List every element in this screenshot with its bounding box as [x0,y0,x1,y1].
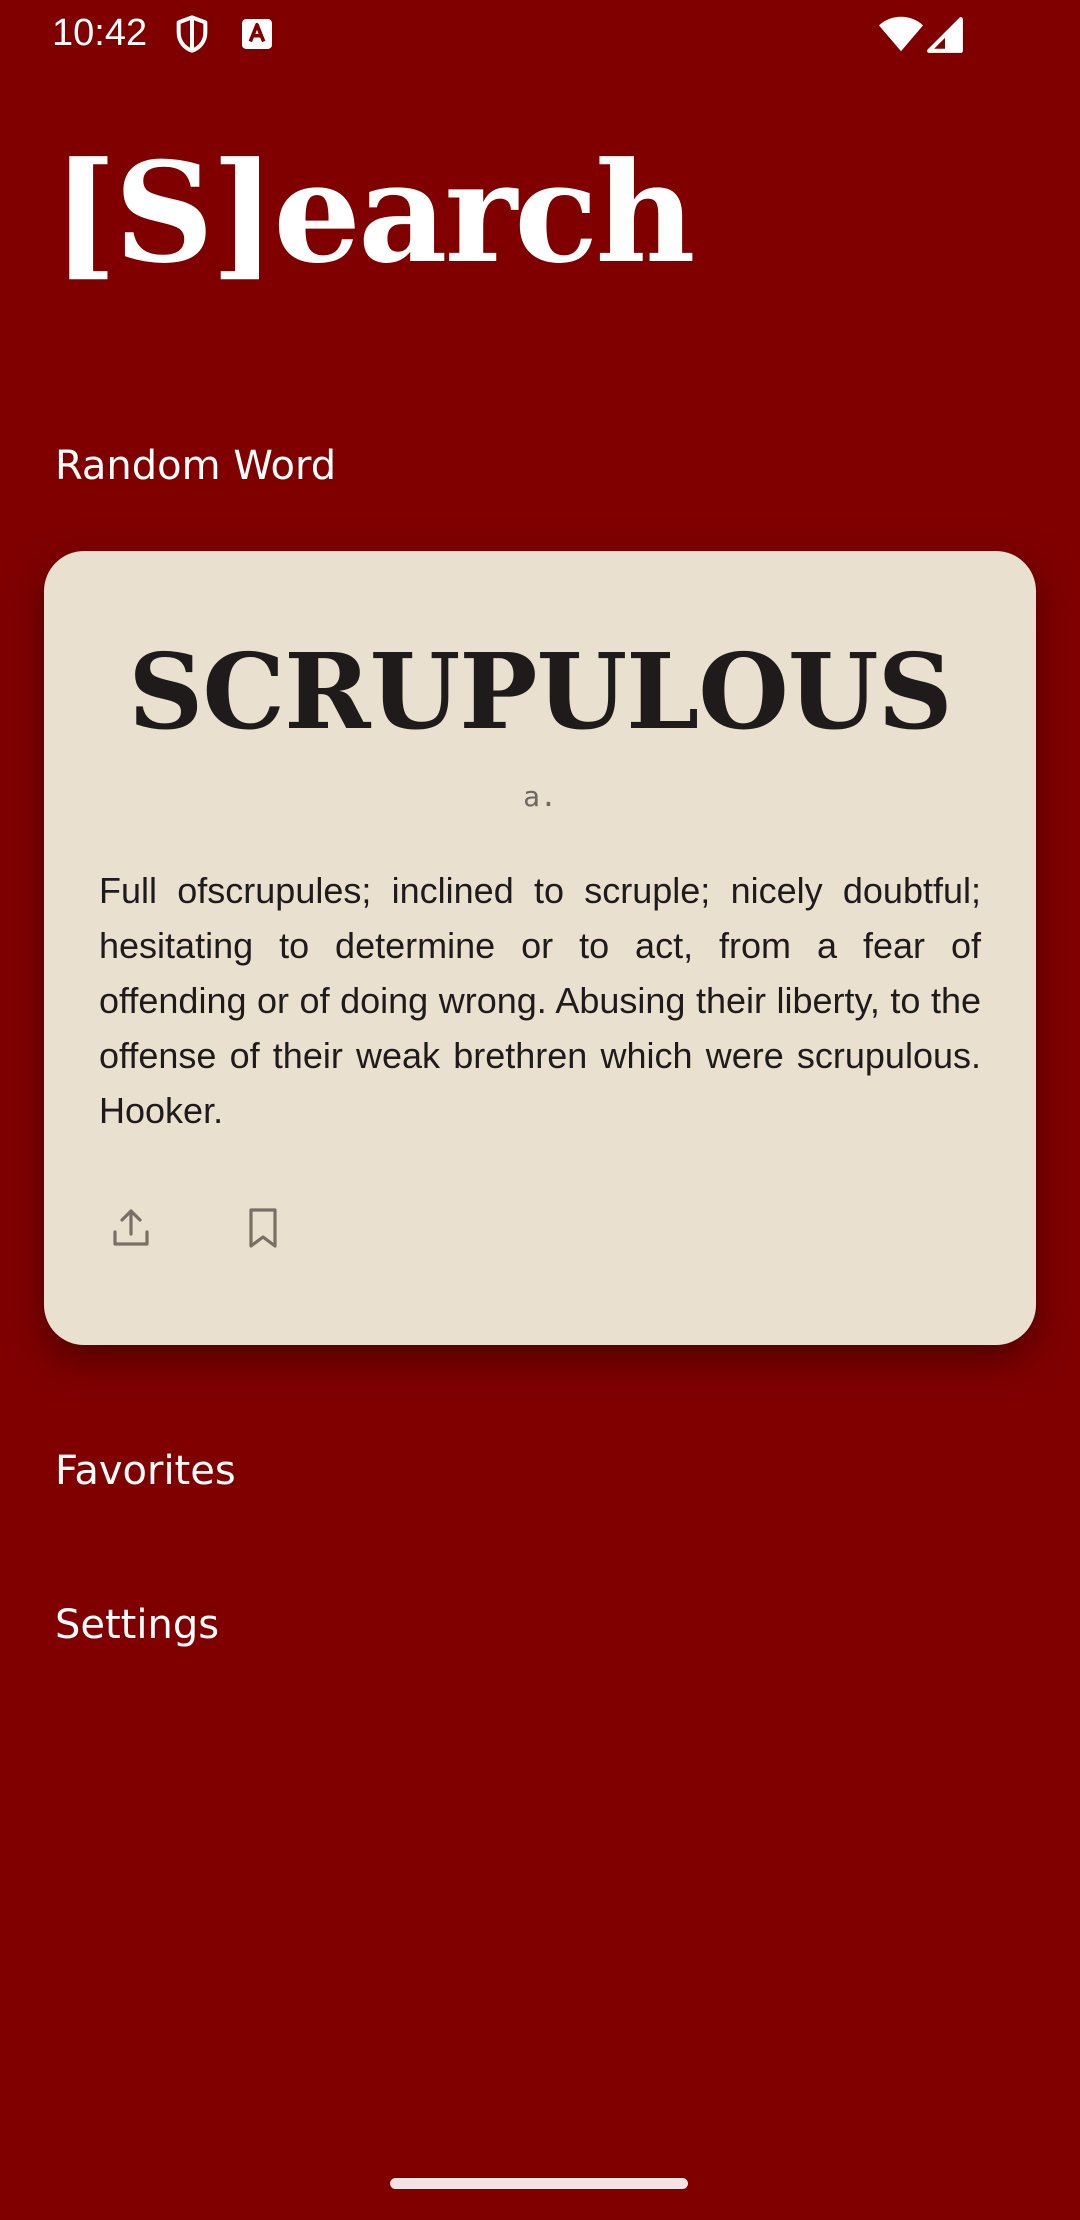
home-indicator[interactable] [390,2178,688,2189]
bookmark-button[interactable] [228,1193,298,1263]
signal-icon [926,16,964,54]
bookmark-icon [239,1204,287,1252]
part-of-speech: a. [523,780,557,813]
random-word-label[interactable]: Random Word [55,438,336,494]
wifi-icon [878,14,924,54]
status-bar: 10:42 [0,0,1080,66]
app-screen: 10:42 [S]earch Random Word SCRUPULOUS a.… [0,0,1080,2220]
share-button[interactable] [96,1193,166,1263]
word-definition: Full ofscrupules; inclined to scruple; n… [99,870,981,1131]
share-icon [107,1204,155,1252]
shield-icon [172,14,212,54]
app-title: [S]earch [52,131,696,294]
settings-link[interactable]: Settings [55,1597,219,1653]
status-time: 10:42 [52,12,148,54]
favorites-link[interactable]: Favorites [55,1443,236,1499]
text-a-icon [237,14,277,54]
random-word-card[interactable]: SCRUPULOUS a. Full ofscrupules; inclined… [44,551,1036,1345]
word-title: SCRUPULOUS [128,630,952,753]
